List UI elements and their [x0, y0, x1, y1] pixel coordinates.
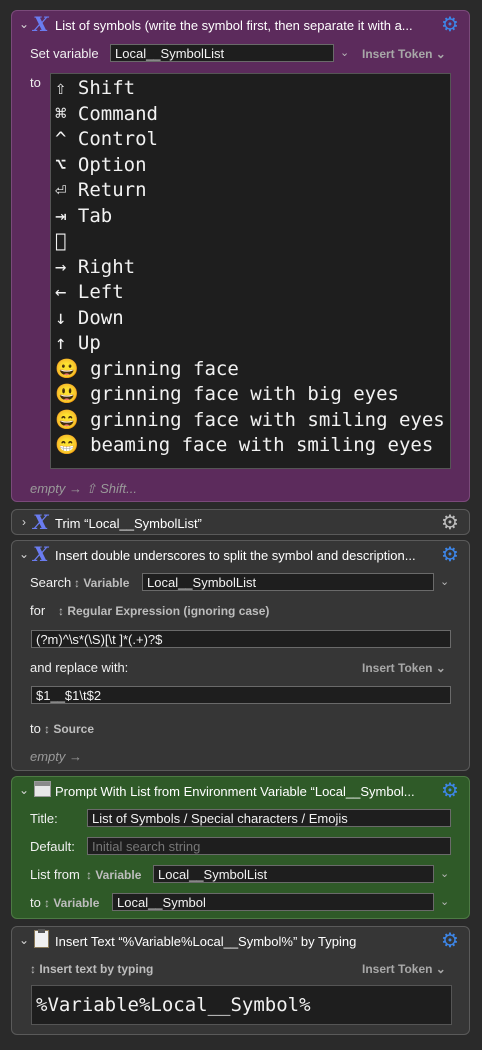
- gear-icon[interactable]: ⚙: [439, 14, 461, 36]
- replace-label: and replace with:: [30, 660, 129, 675]
- chevron-down-icon[interactable]: ⌄: [440, 867, 449, 880]
- variable-x-icon: X: [33, 510, 49, 534]
- action-header[interactable]: › X Trim “Local__SymbolList” ⚙: [12, 510, 469, 536]
- for-label: for: [30, 603, 46, 618]
- list-item: ⌥ Option: [55, 153, 147, 176]
- insert-token-button[interactable]: Insert Token ⌄: [362, 962, 446, 976]
- list-item: : [55, 229, 450, 255]
- set-variable-action[interactable]: ⌄ X List of symbols (write the symbol fi…: [11, 10, 470, 502]
- variable-x-icon: X: [33, 12, 49, 36]
- clipboard-icon: [34, 929, 49, 948]
- title-label: Title:: [30, 811, 58, 826]
- list-item: ⇥ Tab: [55, 204, 113, 227]
- search-variable-field[interactable]: Local__SymbolList: [142, 573, 434, 591]
- gear-icon[interactable]: ⚙: [439, 930, 461, 952]
- default-field[interactable]: Initial search string: [87, 837, 451, 855]
- result-preview: empty →: [30, 749, 83, 764]
- action-header[interactable]: ⌄ Prompt With List from Environment Vari…: [12, 777, 469, 805]
- list-item: ↓ Down: [55, 306, 124, 329]
- chevron-down-icon[interactable]: ⌄: [340, 46, 349, 59]
- list-from-label: List from: [30, 867, 80, 882]
- insert-text-action[interactable]: ⌄ Insert Text “%Variable%Local__Symbol%”…: [11, 926, 470, 1035]
- chevron-down-icon[interactable]: ⌄: [17, 16, 31, 32]
- chevron-right-icon[interactable]: ›: [17, 514, 31, 530]
- insert-token-button[interactable]: Insert Token ⌄: [362, 661, 446, 675]
- variable-x-icon: X: [33, 542, 49, 566]
- list-item: 😄 grinning face with smiling eyes: [55, 408, 445, 431]
- action-title: List of symbols (write the symbol first,…: [55, 18, 413, 33]
- prompt-with-list-action[interactable]: ⌄ Prompt With List from Environment Vari…: [11, 776, 470, 919]
- symbols-text-area[interactable]: ⇧ Shift ⌘ Command ^ Control ⌥ Option ⏎ R…: [50, 73, 451, 469]
- gear-icon[interactable]: ⚙: [439, 512, 461, 534]
- action-title: Insert double underscores to split the s…: [55, 548, 416, 563]
- action-header[interactable]: ⌄ Insert Text “%Variable%Local__Symbol%”…: [12, 927, 469, 955]
- list-item: ⇧ Shift: [55, 77, 136, 99]
- output-variable-field[interactable]: Local__Symbol: [112, 893, 434, 911]
- list-item: 😁 beaming face with smiling eyes: [55, 434, 434, 456]
- list-item: 😃 grinning face with big eyes: [55, 383, 399, 405]
- target-select[interactable]: ↕ Source: [44, 722, 94, 736]
- insert-text-field[interactable]: %Variable%Local__Symbol%: [31, 985, 452, 1025]
- list-item: ⏎ Return: [55, 179, 147, 201]
- gear-icon[interactable]: ⚙: [439, 544, 461, 566]
- gear-icon[interactable]: ⚙: [439, 780, 461, 802]
- replacement-field[interactable]: $1__$1\t$2: [31, 686, 451, 704]
- list-source-select[interactable]: ↕ Variable: [86, 868, 141, 882]
- match-mode-select[interactable]: ↕ Regular Expression (ignoring case): [58, 604, 269, 618]
- action-header[interactable]: ⌄ X Insert double underscores to split t…: [12, 541, 469, 569]
- search-source-select[interactable]: ↕ Variable: [74, 576, 129, 590]
- list-item: ↑ Up: [55, 332, 101, 354]
- trim-action[interactable]: › X Trim “Local__SymbolList” ⚙: [11, 509, 470, 535]
- result-preview: empty → ⇧ Shift...: [30, 481, 137, 496]
- chevron-down-icon[interactable]: ⌄: [440, 895, 449, 908]
- variable-name-field[interactable]: Local__SymbolList: [110, 44, 334, 62]
- list-item: ← Left: [55, 281, 124, 303]
- chevron-down-icon[interactable]: ⌄: [17, 546, 31, 562]
- action-title: Insert Text “%Variable%Local__Symbol%” b…: [55, 934, 357, 949]
- list-item: ^ Control: [55, 128, 158, 150]
- list-item: → Right: [55, 255, 136, 278]
- action-header[interactable]: ⌄ X List of symbols (write the symbol fi…: [12, 11, 469, 39]
- default-label: Default:: [30, 839, 75, 854]
- regex-field[interactable]: (?m)^\s*(\S)[\t ]*(.+)?$: [31, 630, 451, 648]
- set-variable-label: Set variable: [30, 46, 99, 61]
- chevron-down-icon[interactable]: ⌄: [17, 932, 31, 948]
- chevron-down-icon[interactable]: ⌄: [440, 575, 449, 588]
- to-label: to: [30, 721, 41, 736]
- to-label: to: [30, 75, 41, 90]
- window-icon: [34, 781, 51, 797]
- insert-mode-select[interactable]: ↕ Insert text by typing: [30, 962, 153, 976]
- prompt-title-field[interactable]: List of Symbols / Special characters / E…: [87, 809, 451, 827]
- list-item: ⌘ Command: [55, 102, 158, 125]
- chevron-down-icon[interactable]: ⌄: [17, 782, 31, 798]
- list-variable-field[interactable]: Local__SymbolList: [153, 865, 434, 883]
- list-item: 😀 grinning face: [55, 357, 239, 380]
- output-source-select[interactable]: ↕ Variable: [44, 896, 99, 910]
- search-label: Search: [30, 575, 72, 590]
- to-label: to: [30, 895, 41, 910]
- search-replace-action[interactable]: ⌄ X Insert double underscores to split t…: [11, 540, 470, 771]
- insert-token-button[interactable]: Insert Token ⌄: [362, 47, 446, 61]
- action-title: Trim “Local__SymbolList”: [55, 516, 202, 531]
- action-title: Prompt With List from Environment Variab…: [55, 784, 415, 799]
